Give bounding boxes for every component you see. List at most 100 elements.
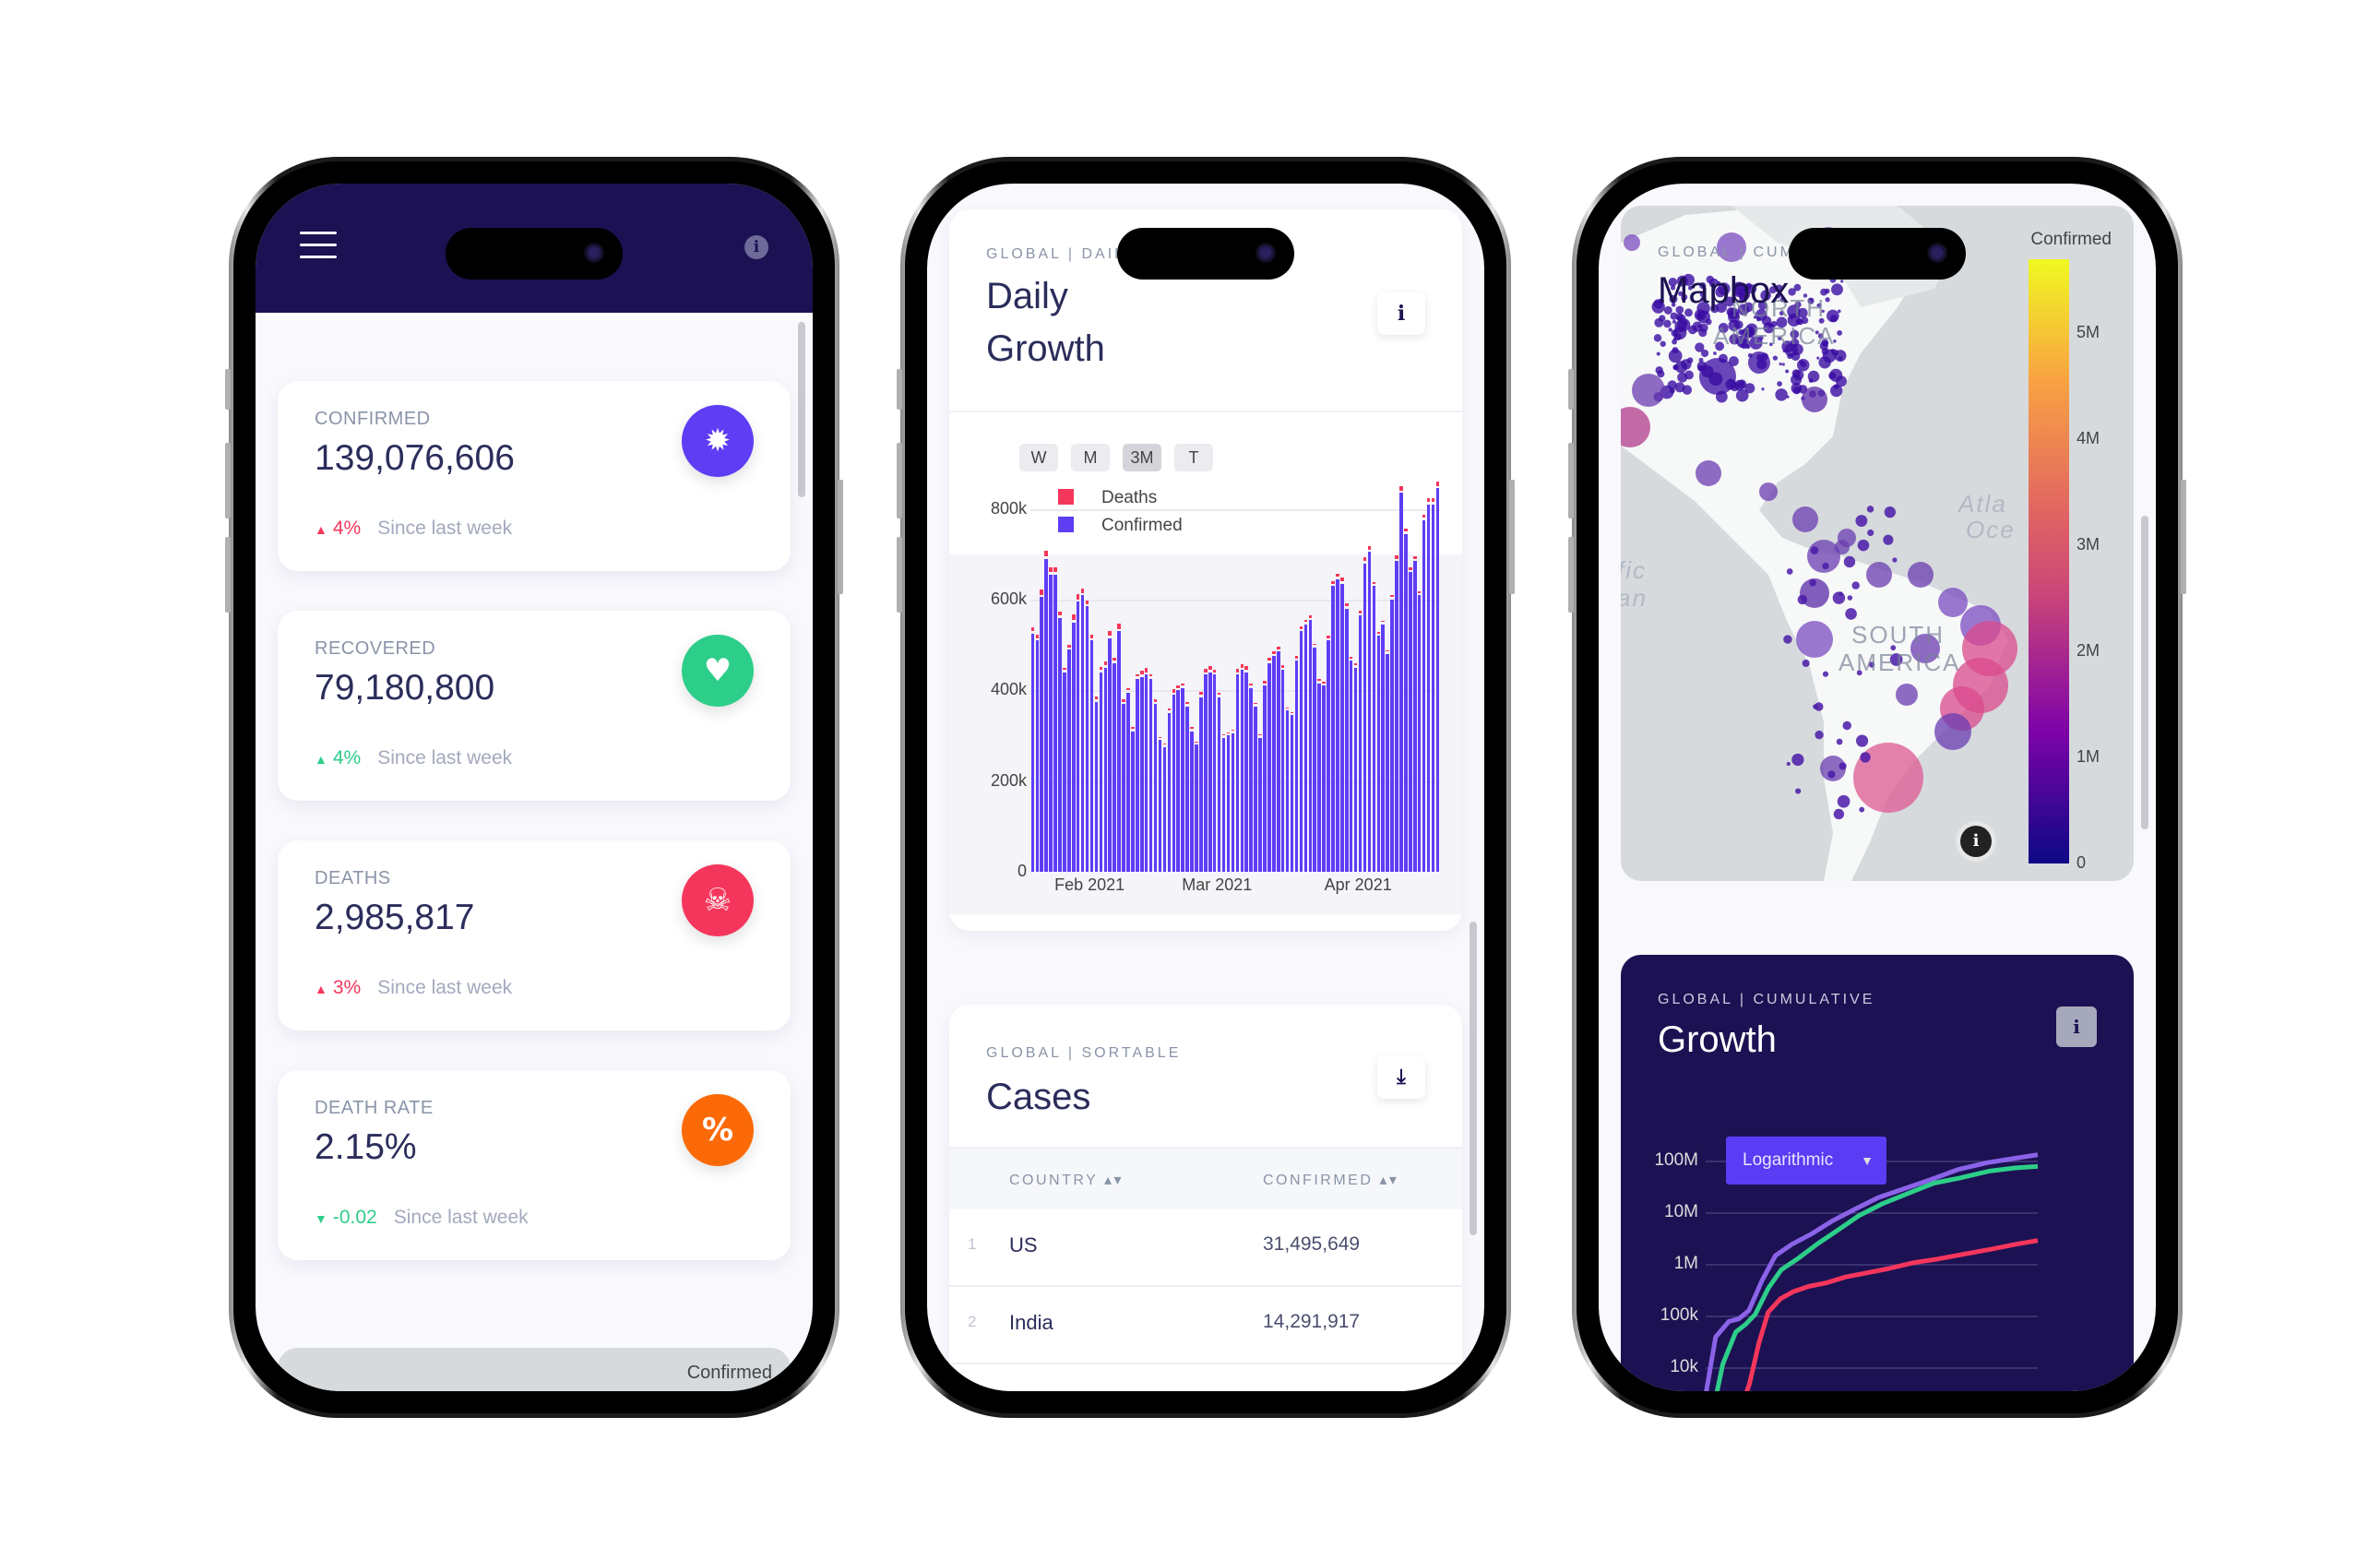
bar-deaths[interactable] — [1185, 702, 1189, 705]
bar-deaths[interactable] — [1280, 664, 1285, 669]
bar-confirmed[interactable] — [1153, 704, 1158, 872]
bar-deaths[interactable] — [1217, 693, 1221, 697]
bar-deaths[interactable] — [1381, 620, 1385, 624]
bar-deaths[interactable] — [1349, 656, 1353, 660]
bar-confirmed[interactable] — [1058, 617, 1062, 872]
bar-confirmed[interactable] — [1404, 533, 1408, 872]
bar-deaths[interactable] — [1172, 688, 1176, 694]
bar-deaths[interactable] — [1158, 736, 1162, 739]
bar-confirmed[interactable] — [1063, 672, 1066, 872]
bar-confirmed[interactable] — [1386, 653, 1389, 872]
bar-confirmed[interactable] — [1317, 683, 1321, 872]
bar-deaths[interactable] — [1267, 658, 1271, 662]
column-header-confirmed[interactable]: CONFIRMED ▴▾ — [1263, 1171, 1398, 1189]
bar-deaths[interactable] — [1049, 567, 1053, 574]
bar-confirmed[interactable] — [1235, 674, 1240, 872]
bar-confirmed[interactable] — [1285, 710, 1290, 872]
bar-deaths[interactable] — [1162, 744, 1167, 746]
bar-deaths[interactable] — [1322, 681, 1326, 685]
hamburger-icon[interactable] — [300, 232, 337, 259]
bar-confirmed[interactable] — [1399, 493, 1403, 872]
bar-deaths[interactable] — [1176, 685, 1180, 689]
bar-confirmed[interactable] — [1085, 606, 1089, 872]
bar-deaths[interactable] — [1376, 631, 1381, 635]
bar-deaths[interactable] — [1053, 567, 1057, 574]
bar-deaths[interactable] — [1153, 698, 1158, 703]
bar-confirmed[interactable] — [1035, 640, 1040, 872]
info-icon[interactable]: i — [744, 235, 768, 259]
bar-confirmed[interactable] — [1244, 672, 1248, 872]
bar-confirmed[interactable] — [1413, 561, 1417, 872]
bar-deaths[interactable] — [1340, 578, 1344, 583]
bar-deaths[interactable] — [1099, 667, 1103, 672]
bar-confirmed[interactable] — [1053, 574, 1057, 872]
bar-confirmed[interactable] — [1158, 740, 1162, 872]
bar-deaths[interactable] — [1148, 673, 1153, 678]
bar-deaths[interactable] — [1204, 668, 1208, 673]
bar-confirmed[interactable] — [1363, 563, 1367, 872]
bar-confirmed[interactable] — [1208, 672, 1212, 872]
bar-confirmed[interactable] — [1080, 595, 1085, 872]
bar-deaths[interactable] — [1030, 627, 1035, 633]
download-button[interactable]: ⤓ — [1377, 1056, 1425, 1099]
bar-confirmed[interactable] — [1290, 715, 1294, 872]
bar-confirmed[interactable] — [1313, 647, 1316, 872]
bar-deaths[interactable] — [1044, 551, 1048, 558]
bar-confirmed[interactable] — [1417, 595, 1422, 872]
table-row[interactable]: 2 India 14,291,917 — [949, 1287, 1462, 1364]
bar-confirmed[interactable] — [1044, 558, 1048, 872]
bar-deaths[interactable] — [1058, 612, 1062, 617]
bar-deaths[interactable] — [1199, 692, 1203, 697]
scrollbar[interactable] — [1470, 922, 1477, 1235]
bar-deaths[interactable] — [1085, 600, 1089, 605]
bar-confirmed[interactable] — [1049, 574, 1053, 872]
bar-confirmed[interactable] — [1322, 685, 1326, 872]
bar-deaths[interactable] — [1089, 634, 1094, 639]
bar-deaths[interactable] — [1353, 663, 1358, 667]
bar-deaths[interactable] — [1080, 588, 1085, 594]
bar-deaths[interactable] — [1122, 698, 1125, 703]
bar-confirmed[interactable] — [1327, 640, 1330, 872]
bar-deaths[interactable] — [1363, 557, 1367, 563]
bar-deaths[interactable] — [1294, 655, 1299, 660]
bar-deaths[interactable] — [1313, 644, 1316, 647]
bar-confirmed[interactable] — [1431, 504, 1435, 872]
bar-confirmed[interactable] — [1358, 615, 1363, 872]
bar-deaths[interactable] — [1221, 734, 1226, 737]
bar-confirmed[interactable] — [1094, 701, 1099, 872]
bar-confirmed[interactable] — [1072, 622, 1076, 872]
bar-deaths[interactable] — [1181, 684, 1184, 687]
bar-confirmed[interactable] — [1117, 631, 1121, 872]
bar-deaths[interactable] — [1395, 554, 1398, 560]
bar-deaths[interactable] — [1327, 635, 1330, 639]
bar-confirmed[interactable] — [1249, 687, 1253, 872]
bar-confirmed[interactable] — [1435, 488, 1440, 872]
bar-deaths[interactable] — [1308, 614, 1313, 619]
bar-deaths[interactable] — [1108, 631, 1112, 637]
bar-deaths[interactable] — [1144, 667, 1148, 673]
bar-confirmed[interactable] — [1108, 637, 1112, 872]
bar-confirmed[interactable] — [1185, 706, 1189, 872]
bar-confirmed[interactable] — [1336, 578, 1339, 872]
bar-confirmed[interactable] — [1263, 685, 1267, 872]
bar-confirmed[interactable] — [1267, 662, 1271, 872]
bar-confirmed[interactable] — [1140, 676, 1144, 872]
bar-confirmed[interactable] — [1303, 624, 1308, 872]
bar-confirmed[interactable] — [1040, 597, 1043, 872]
bar-confirmed[interactable] — [1372, 586, 1376, 872]
bar-deaths[interactable] — [1299, 625, 1303, 630]
bar-confirmed[interactable] — [1162, 746, 1167, 872]
bar-confirmed[interactable] — [1176, 690, 1180, 872]
bar-confirmed[interactable] — [1308, 620, 1313, 872]
bar-deaths[interactable] — [1212, 669, 1217, 673]
scrollbar[interactable] — [798, 322, 805, 497]
bar-deaths[interactable] — [1409, 567, 1412, 571]
bar-deaths[interactable] — [1072, 614, 1076, 622]
bar-confirmed[interactable] — [1181, 687, 1184, 872]
bar-confirmed[interactable] — [1277, 651, 1280, 872]
bar-deaths[interactable] — [1235, 668, 1240, 673]
bar-confirmed[interactable] — [1136, 679, 1139, 872]
bar-confirmed[interactable] — [1390, 599, 1394, 872]
bar-confirmed[interactable] — [1331, 586, 1335, 872]
bar-deaths[interactable] — [1272, 650, 1276, 655]
